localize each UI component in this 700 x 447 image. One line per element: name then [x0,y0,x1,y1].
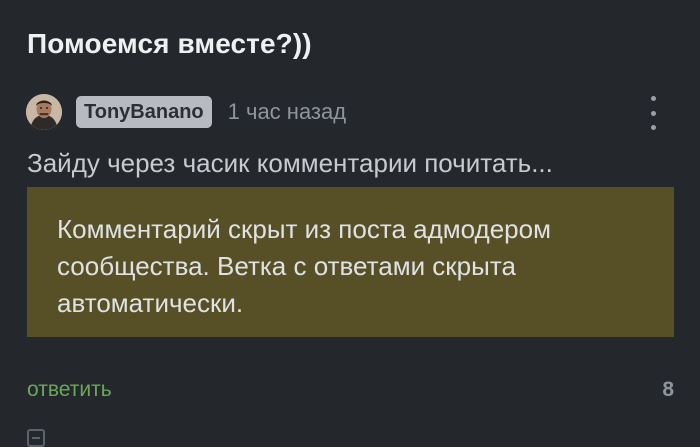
comment-text: Зайду через часик комментарии почитать..… [27,148,553,178]
username-badge[interactable]: TonyBanano [76,96,212,128]
more-vertical-icon [650,96,656,101]
comment-header: TonyBanano 1 час назад [26,93,346,131]
comment-timestamp: 1 час назад [227,99,347,124]
collapse-thread-button[interactable] [27,429,45,447]
more-vertical-icon-dot [650,110,656,116]
hidden-comment-notice: Комментарий скрыт из поста адмодером соо… [27,187,674,337]
comment-rating: 8 [662,378,674,401]
more-vertical-icon-dot [650,125,656,130]
more-options-button[interactable] [642,96,664,130]
post-title: Помоемся вместе?)) [27,28,312,59]
hidden-comment-notice-text: Комментарий скрыт из поста адмодером соо… [57,214,551,318]
avatar-photo-icon [26,94,62,130]
user-avatar[interactable] [26,94,62,130]
reply-link[interactable]: ответить [27,378,112,402]
